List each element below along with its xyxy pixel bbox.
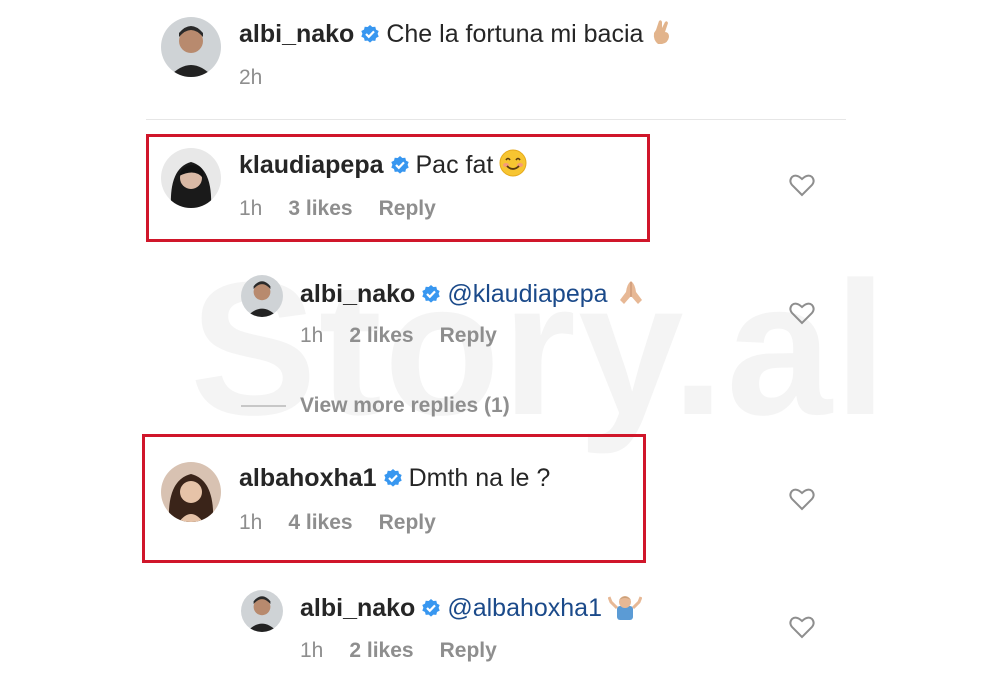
view-more-replies-button[interactable]: View more replies (1) [300,394,510,418]
comment-username[interactable]: albi_nako [300,594,415,622]
like-heart-icon[interactable] [789,487,815,511]
verified-badge-icon [421,281,441,311]
like-heart-icon[interactable] [789,301,815,325]
comment-text: Pac fat [415,151,494,179]
comment-time: 1h [300,324,324,347]
view-more-line [241,405,286,407]
comment-time: 2h [239,66,263,89]
likes-count[interactable]: 4 likes [288,511,352,534]
comment-username[interactable]: albahoxha1 [239,464,377,492]
comment-mention[interactable]: @albahoxha1 [447,594,602,622]
comment-time: 1h [239,511,263,534]
verified-badge-icon [360,21,380,51]
comment-text: Dmth na le ? [408,464,551,492]
avatar[interactable] [161,148,221,208]
avatar[interactable] [161,17,221,77]
reply-button[interactable]: Reply [440,639,497,662]
reply-button[interactable]: Reply [379,511,436,534]
comment-mention[interactable]: @klaudiapepa [447,280,607,308]
watermark: Story.al [190,240,889,458]
likes-count[interactable]: 3 likes [288,197,352,220]
likes-count[interactable]: 2 likes [349,324,413,347]
folded-hands-emoji-icon [614,278,648,313]
reply-button[interactable]: Reply [379,197,436,220]
verified-badge-icon [421,595,441,625]
comment-username[interactable]: albi_nako [239,20,354,48]
smiling-emoji-icon [499,149,527,184]
reply-button[interactable]: Reply [440,324,497,347]
verified-badge-icon [383,465,403,495]
comment-username[interactable]: klaudiapepa [239,151,384,179]
like-heart-icon[interactable] [789,173,815,197]
comment-time: 1h [239,197,263,220]
shrug-emoji-icon [607,592,643,627]
divider [146,119,846,120]
avatar[interactable] [241,590,283,632]
avatar[interactable] [161,462,221,522]
comment-text: Che la fortuna mi bacia [386,20,644,48]
comment-username[interactable]: albi_nako [300,280,415,308]
comment-time: 1h [300,639,324,662]
like-heart-icon[interactable] [789,615,815,639]
crossed-fingers-emoji-icon [649,18,675,53]
verified-badge-icon [390,152,410,182]
avatar[interactable] [241,275,283,317]
likes-count[interactable]: 2 likes [349,639,413,662]
